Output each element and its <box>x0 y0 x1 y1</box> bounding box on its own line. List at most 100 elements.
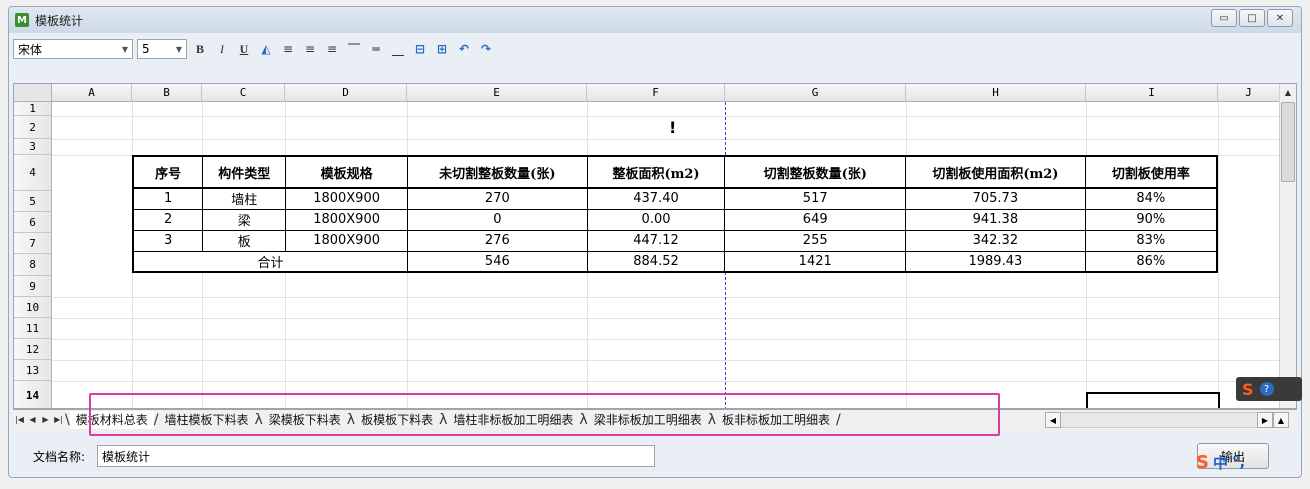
underline-button[interactable]: U <box>235 39 253 59</box>
row-header-7[interactable]: 7 <box>14 233 52 254</box>
total-label-cell[interactable]: 合计 <box>132 250 409 273</box>
scroll-right-icon[interactable]: ▶ <box>1257 412 1273 428</box>
table-cell[interactable]: 2 <box>132 208 204 231</box>
table-cell[interactable]: 90% <box>1084 208 1218 231</box>
font-family-select[interactable]: 宋体 ▼ <box>13 39 133 59</box>
prev-sheet-icon[interactable]: ◀ <box>26 412 39 428</box>
first-sheet-icon[interactable]: |◀ <box>13 412 26 428</box>
horizontal-scrollbar[interactable]: ◀ ▶ ▲ <box>1045 412 1289 428</box>
column-header-j[interactable]: J <box>1218 84 1280 102</box>
table-cell[interactable]: 517 <box>724 187 907 210</box>
last-sheet-icon[interactable]: ▶| <box>52 412 65 428</box>
column-header-c[interactable]: C <box>202 84 285 102</box>
column-header-i[interactable]: I <box>1086 84 1218 102</box>
align-middle-button[interactable]: ═ <box>367 39 385 59</box>
total-cell[interactable]: 1421 <box>724 250 907 273</box>
column-header-h[interactable]: H <box>906 84 1086 102</box>
row-header-3[interactable]: 3 <box>14 139 52 155</box>
scroll-thumb[interactable] <box>1281 102 1295 182</box>
table-cell[interactable]: 板 <box>202 229 287 252</box>
ime-toolbar[interactable]: S ? <box>1236 377 1302 401</box>
table-cell[interactable]: 83% <box>1084 229 1218 252</box>
row-header-11[interactable]: 11 <box>14 318 52 339</box>
table-cell[interactable]: 255 <box>724 229 907 252</box>
font-size-select[interactable]: 5 ▼ <box>137 39 187 59</box>
column-header-a[interactable]: A <box>52 84 132 102</box>
undo-button[interactable]: ↶ <box>455 39 473 59</box>
table-cell[interactable]: 1800X900 <box>285 208 409 231</box>
total-cell[interactable]: 1989.43 <box>905 250 1086 273</box>
column-header-d[interactable]: D <box>285 84 407 102</box>
column-header-e[interactable]: E <box>407 84 587 102</box>
row-header-13[interactable]: 13 <box>14 360 52 381</box>
table-cell[interactable]: 0.00 <box>586 208 726 231</box>
header-cell[interactable]: 切割整板数量(张) <box>724 155 907 189</box>
italic-button[interactable]: I <box>213 39 231 59</box>
fill-color-button[interactable]: ◭ <box>257 39 275 59</box>
table-cell[interactable]: 705.73 <box>905 187 1086 210</box>
ime-mode-label[interactable]: 中 <box>1213 452 1228 473</box>
table-cell[interactable]: 437.40 <box>586 187 726 210</box>
bold-button[interactable]: B <box>191 39 209 59</box>
table-cell[interactable]: 1800X900 <box>285 187 409 210</box>
redo-button[interactable]: ↷ <box>477 39 495 59</box>
table-cell[interactable]: 墙柱 <box>202 187 287 210</box>
table-cell[interactable]: 梁 <box>202 208 287 231</box>
selected-cell[interactable] <box>1086 392 1220 408</box>
header-cell[interactable]: 切割板使用面积(m2) <box>905 155 1086 189</box>
row-header-6[interactable]: 6 <box>14 212 52 233</box>
borders-button[interactable]: ⊞ <box>433 39 451 59</box>
row-header-9[interactable]: 9 <box>14 276 52 297</box>
minimize-button[interactable]: ▭ <box>1211 9 1237 27</box>
column-header-b[interactable]: B <box>132 84 202 102</box>
total-cell[interactable]: 86% <box>1084 250 1218 273</box>
table-cell[interactable]: 941.38 <box>905 208 1086 231</box>
spreadsheet[interactable]: A B C D E F G H I J 1 2 3 4 5 6 7 8 9 10… <box>13 83 1297 409</box>
header-cell[interactable]: 构件类型 <box>202 155 287 189</box>
tab-slab-cutting[interactable]: 板模板下料表 <box>355 411 439 429</box>
select-all-corner[interactable] <box>14 84 52 102</box>
tab-beam-nonstandard[interactable]: 梁非标板加工明细表 <box>588 411 708 429</box>
align-left-button[interactable]: ≡ <box>279 39 297 59</box>
scroll-end-icon[interactable]: ▲ <box>1273 412 1289 428</box>
table-cell[interactable]: 649 <box>724 208 907 231</box>
maximize-button[interactable]: □ <box>1239 9 1265 27</box>
tab-wall-column-cutting[interactable]: 墙柱模板下料表 <box>158 411 254 429</box>
column-header-g[interactable]: G <box>725 84 906 102</box>
header-cell[interactable]: 序号 <box>132 155 204 189</box>
header-cell[interactable]: 未切割整板数量(张) <box>407 155 588 189</box>
vertical-scrollbar[interactable]: ▲ <box>1279 84 1296 408</box>
row-header-1[interactable]: 1 <box>14 102 52 116</box>
ime-punct-label[interactable]: °, <box>1232 453 1245 471</box>
total-cell[interactable]: 546 <box>407 250 588 273</box>
table-cell[interactable]: 1800X900 <box>285 229 409 252</box>
header-cell[interactable]: 整板面积(m2) <box>586 155 726 189</box>
table-cell[interactable]: 276 <box>407 229 588 252</box>
align-center-button[interactable]: ≡ <box>301 39 319 59</box>
table-cell[interactable]: 0 <box>407 208 588 231</box>
table-cell[interactable]: 270 <box>407 187 588 210</box>
align-bottom-button[interactable]: ⎽ <box>389 39 407 59</box>
merge-cells-button[interactable]: ⊟ <box>411 39 429 59</box>
header-cell[interactable]: 模板规格 <box>285 155 409 189</box>
row-header-5[interactable]: 5 <box>14 191 52 212</box>
row-header-10[interactable]: 10 <box>14 297 52 318</box>
row-header-2[interactable]: 2 <box>14 116 52 139</box>
close-button[interactable]: ✕ <box>1267 9 1293 27</box>
table-cell[interactable]: 84% <box>1084 187 1218 210</box>
tab-slab-nonstandard[interactable]: 板非标板加工明细表 <box>716 411 836 429</box>
doc-name-input[interactable] <box>97 445 656 467</box>
align-top-button[interactable]: ⎺ <box>345 39 363 59</box>
total-cell[interactable]: 884.52 <box>586 250 726 273</box>
next-sheet-icon[interactable]: ▶ <box>39 412 52 428</box>
help-icon[interactable]: ? <box>1259 382 1274 396</box>
row-header-12[interactable]: 12 <box>14 339 52 360</box>
column-header-f[interactable]: F <box>587 84 725 102</box>
header-cell[interactable]: 切割板使用率 <box>1084 155 1218 189</box>
row-header-14[interactable]: 14 <box>14 381 52 408</box>
tab-wall-column-nonstandard[interactable]: 墙柱非标板加工明细表 <box>447 411 579 429</box>
tab-material-summary[interactable]: 模板材料总表 <box>69 410 154 429</box>
scroll-track[interactable] <box>1061 412 1257 428</box>
scroll-up-icon[interactable]: ▲ <box>1280 84 1296 100</box>
tab-beam-cutting[interactable]: 梁模板下料表 <box>263 411 347 429</box>
